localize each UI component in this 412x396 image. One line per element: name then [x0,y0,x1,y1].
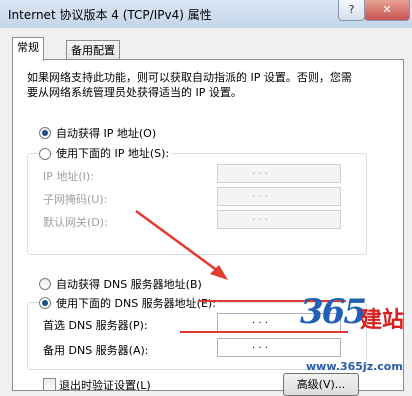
title-bar: Internet 协议版本 4 (TCP/IPv4) 属性 ? ✕ [0,0,412,28]
tab-general[interactable]: 常规 [12,37,44,61]
help-icon: ? [348,3,355,16]
watermark-url: www.365jz.com [306,360,403,373]
window-title: Internet 协议版本 4 (TCP/IPv4) 属性 [8,8,212,22]
watermark: 365 建站 www.365jz.com [298,292,410,378]
close-icon: ✕ [382,3,392,16]
watermark-brand-cn: 建站 [360,308,405,333]
watermark-brand: 365 [300,292,367,332]
close-button[interactable]: ✕ [364,0,410,21]
help-button[interactable]: ? [338,0,365,21]
